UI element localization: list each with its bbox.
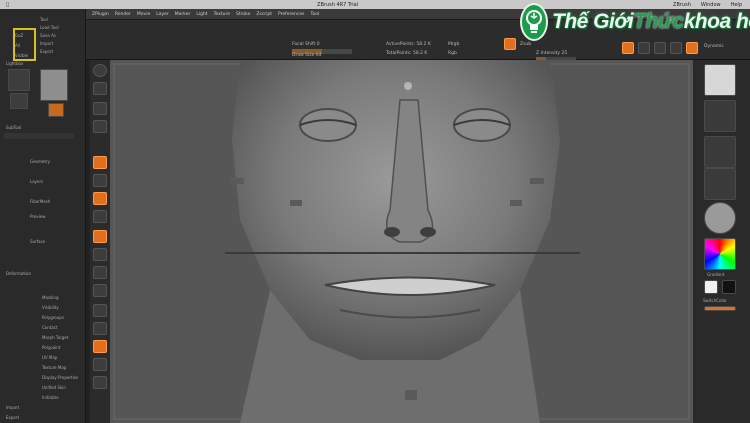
alpha-icon[interactable]: [93, 102, 107, 115]
menu-stroke[interactable]: Stroke: [236, 12, 250, 17]
menu-texture[interactable]: Texture: [214, 12, 230, 17]
alpha-off-icon[interactable]: [704, 136, 736, 168]
rotate-view-icon[interactable]: [93, 376, 107, 389]
unified-skin-header[interactable]: Unified Skin: [42, 385, 66, 390]
left-shelf: [90, 60, 110, 423]
window-title: ZBrush 4R7 Trial: [314, 1, 358, 8]
site-watermark: Thế GiớiThứckhoa học: [520, 0, 750, 44]
subtool-header[interactable]: SubTool: [6, 125, 21, 130]
stroke-icon[interactable]: [93, 82, 107, 95]
viewport-canvas[interactable]: [110, 60, 693, 423]
initialize-header[interactable]: Initialize: [42, 395, 59, 400]
polygroups-header[interactable]: Polygroups: [42, 315, 64, 320]
menu-layer[interactable]: Layer: [156, 12, 169, 17]
menu-movie[interactable]: Movie: [137, 12, 150, 17]
zadd-button[interactable]: [504, 38, 516, 50]
deformation-header[interactable]: Deformation: [6, 271, 31, 276]
masking-header[interactable]: Masking: [42, 295, 59, 300]
mrgb-label[interactable]: Mrgb: [448, 42, 459, 47]
zbrush-window:  ZBrush 4R7 Trial ZBrush Window Help ZP…: [0, 0, 750, 423]
lightbox-button[interactable]: Lightbox: [6, 61, 23, 66]
lightbulb-icon: [520, 3, 548, 41]
menu-light[interactable]: Light: [196, 12, 207, 17]
visible-button[interactable]: Visible: [15, 53, 28, 58]
surface-header[interactable]: Surface: [30, 239, 45, 244]
watermark-text: Thế GiớiThứckhoa học: [552, 10, 750, 33]
switch-color-label[interactable]: SwitchColor: [703, 298, 727, 303]
menu-marker[interactable]: Marker: [175, 12, 191, 17]
dynamic-label[interactable]: Dynamic: [704, 44, 724, 49]
persp-icon[interactable]: [93, 266, 107, 279]
visibility-header[interactable]: Visibility: [42, 305, 59, 310]
draw-size-label[interactable]: Draw Size 64: [292, 53, 322, 58]
color-picker[interactable]: [704, 238, 736, 270]
z-intensity-label[interactable]: Z Intensity 25: [536, 51, 567, 56]
frame-icon[interactable]: [93, 340, 107, 353]
texture-map-header[interactable]: Texture Map: [42, 365, 66, 370]
subtool-row[interactable]: [4, 133, 74, 139]
polymesh-icon[interactable]: [48, 103, 64, 117]
morph-target-header[interactable]: Morph Target: [42, 335, 68, 340]
secondary-color-swatch[interactable]: [722, 280, 736, 294]
texture-off-icon[interactable]: [704, 168, 736, 200]
gradient-label[interactable]: Gradient: [707, 272, 724, 277]
texture-icon[interactable]: [93, 120, 107, 133]
focal-shift-label[interactable]: Focal Shift 0: [292, 42, 320, 47]
polypaint-header[interactable]: Polypaint: [42, 345, 60, 350]
brush-icon[interactable]: [93, 64, 107, 77]
move-view-icon[interactable]: [93, 358, 107, 371]
display-properties-header[interactable]: Display Properties: [42, 375, 78, 380]
aahalf-icon[interactable]: [93, 248, 107, 261]
tool-title[interactable]: Tool: [40, 17, 48, 22]
xyz-icon[interactable]: [93, 322, 107, 335]
head-model-render: [110, 60, 693, 423]
save-as-button[interactable]: Save As: [40, 33, 56, 38]
fibermesh-header[interactable]: FiberMesh: [30, 199, 50, 204]
main-color-swatch[interactable]: [704, 280, 718, 294]
total-points: TotalPoints: 58.2 K: [386, 51, 428, 56]
scroll-icon[interactable]: [93, 192, 107, 205]
floor-icon[interactable]: [93, 284, 107, 297]
contact-header[interactable]: Contact: [42, 325, 58, 330]
tool-thumb-head[interactable]: [40, 69, 68, 101]
export-button[interactable]: Export: [40, 49, 53, 54]
layers-header[interactable]: Layers: [30, 179, 43, 184]
preview-header[interactable]: Preview: [30, 214, 46, 219]
menu-zscript[interactable]: Zscript: [256, 12, 272, 17]
alternate-bar[interactable]: [704, 306, 736, 311]
export-header[interactable]: Export: [6, 415, 19, 420]
star-icon[interactable]: [10, 93, 28, 109]
all-button[interactable]: All: [15, 43, 20, 48]
tool-palette: Tool Load Tool Save As Import Export GoZ…: [0, 9, 86, 423]
active-points: ActivePoints: 58.2 K: [386, 42, 431, 47]
bpr-icon[interactable]: [93, 156, 107, 169]
load-tool-button[interactable]: Load Tool: [40, 25, 59, 30]
apple-icon[interactable]: : [6, 2, 9, 8]
matcap-sphere-icon[interactable]: [704, 202, 736, 234]
spix-icon[interactable]: [93, 174, 107, 187]
tool-thumb-sphere[interactable]: [8, 69, 30, 91]
import-button[interactable]: Import: [40, 41, 53, 46]
menu-preferences[interactable]: Preferences: [278, 12, 304, 17]
right-shelf: Gradient SwitchColor: [693, 60, 750, 423]
menu-zplugin[interactable]: ZPlugin: [92, 12, 109, 17]
rgb-label[interactable]: Rgb: [448, 51, 457, 56]
zoom-icon[interactable]: [93, 210, 107, 223]
actual-icon[interactable]: [93, 230, 107, 243]
menu-render[interactable]: Render: [115, 12, 131, 17]
geometry-header[interactable]: Geometry: [30, 159, 50, 164]
stroke-dots-icon[interactable]: [704, 100, 736, 132]
import-header[interactable]: Import: [6, 405, 19, 410]
uv-map-header[interactable]: UV Map: [42, 355, 57, 360]
material-sphere-icon[interactable]: [704, 64, 736, 96]
menu-tool[interactable]: Tool: [310, 12, 319, 17]
goz-button[interactable]: GoZ: [15, 33, 23, 38]
local-icon[interactable]: [93, 304, 107, 317]
